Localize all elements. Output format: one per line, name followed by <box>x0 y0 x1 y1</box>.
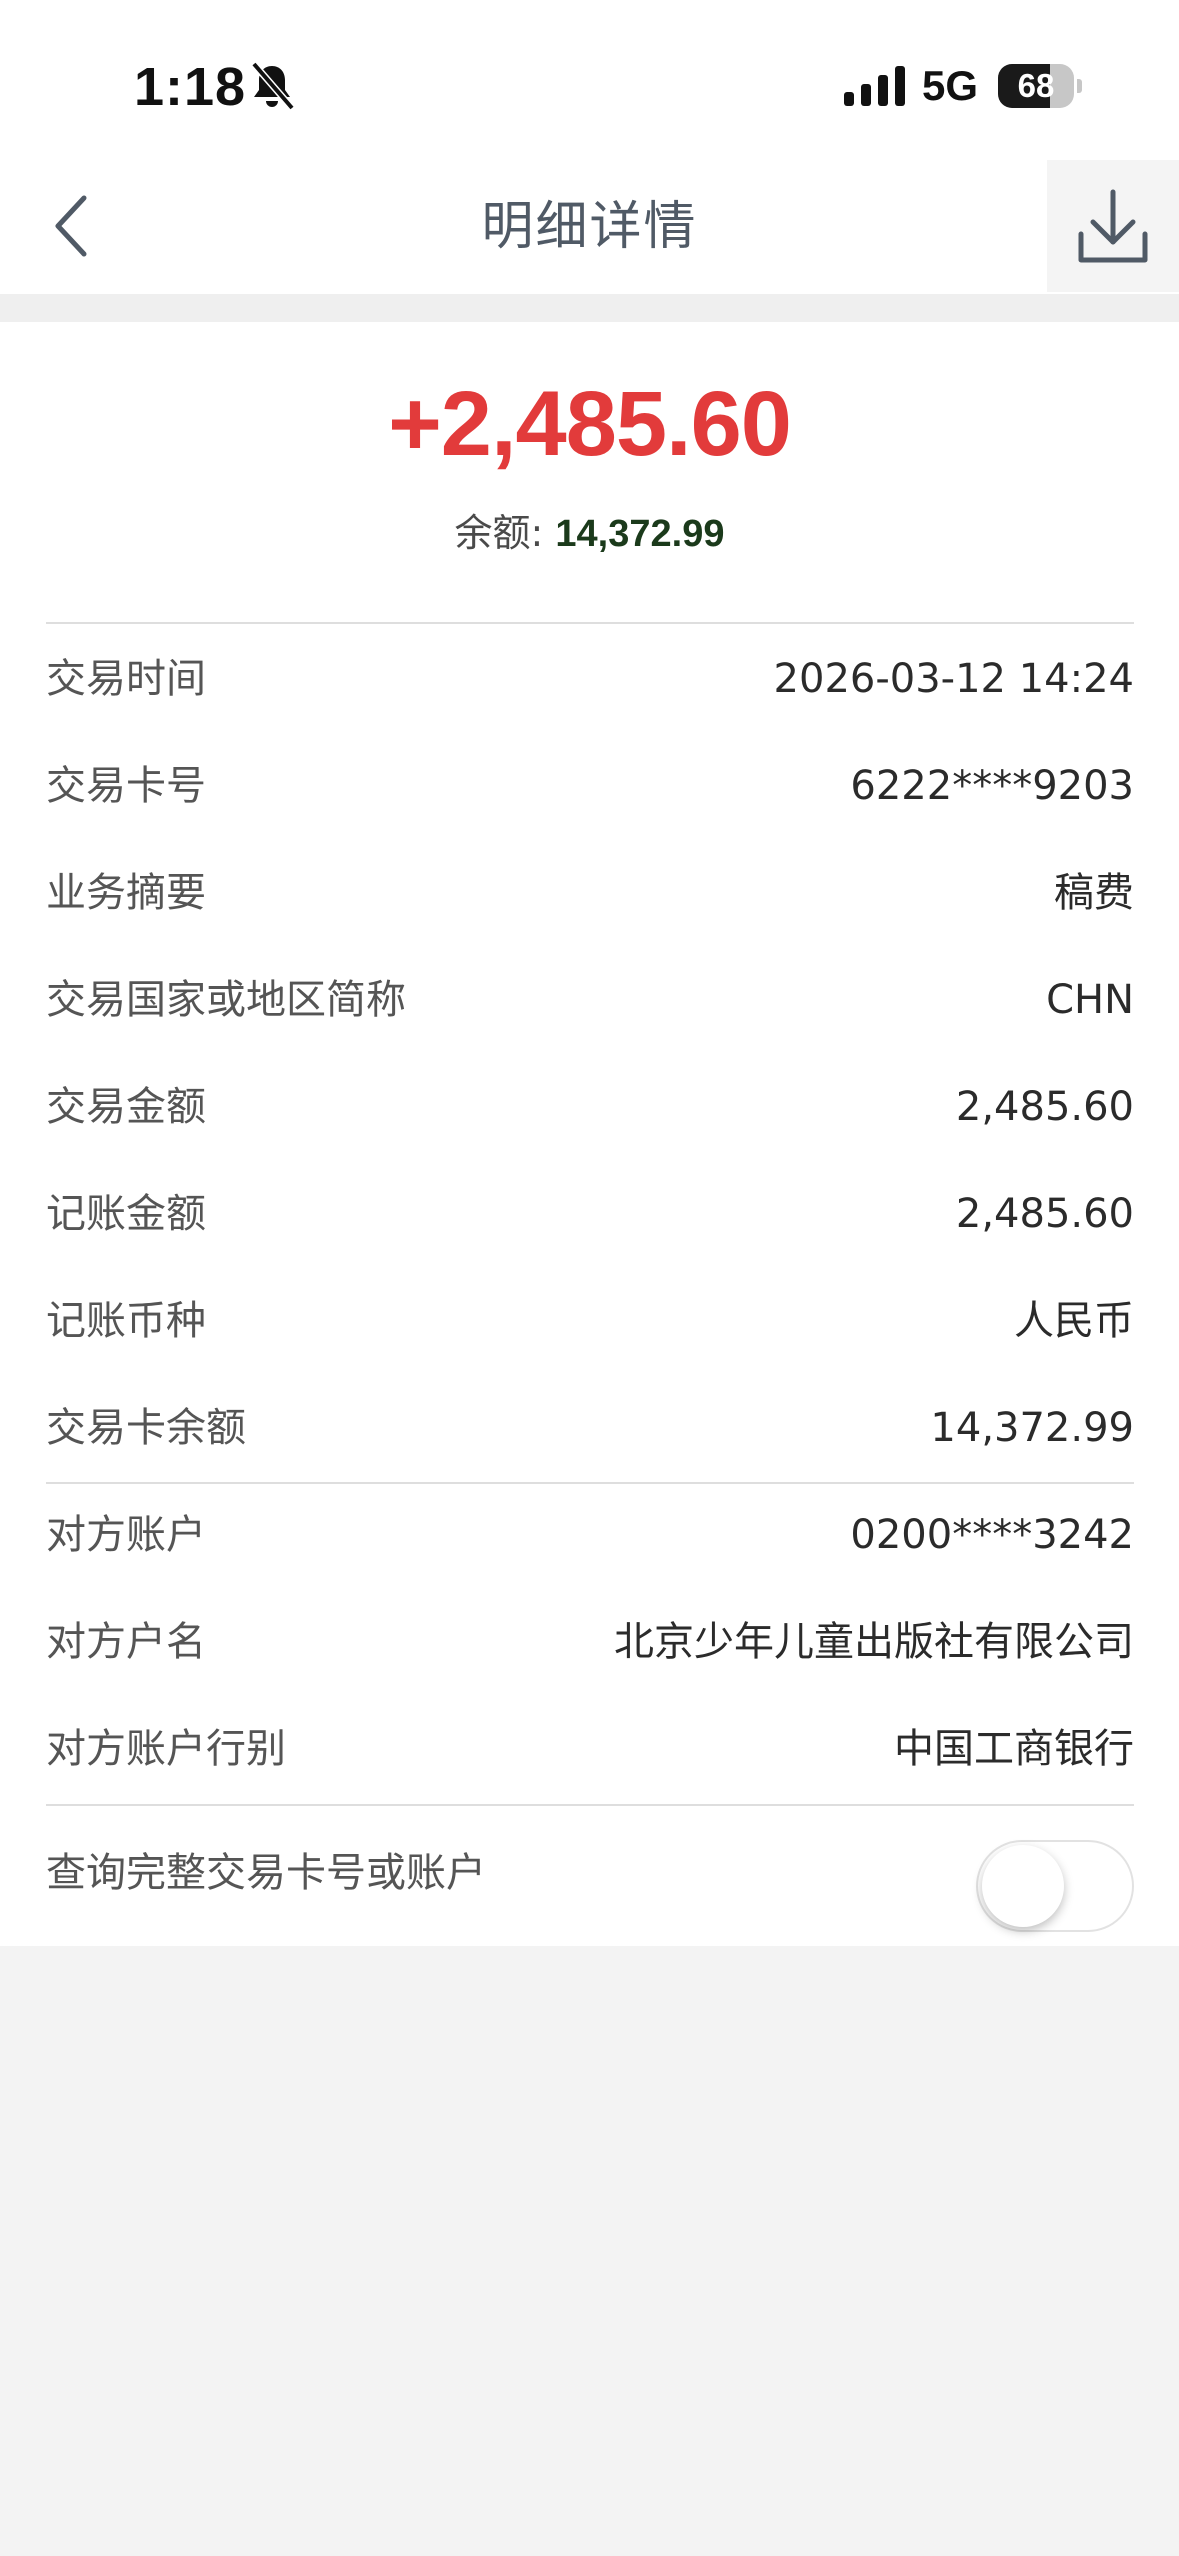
row-value: 中国工商银行 <box>894 1726 1134 1772</box>
battery-icon: 68 <box>998 64 1082 108</box>
status-time: 1:18 <box>134 57 247 117</box>
balance-value: 14,372.99 <box>555 513 725 555</box>
detail-row-country: 交易国家或地区简称 CHN <box>46 947 1134 1053</box>
detail-row-transaction-amount: 交易金额 2,485.60 <box>46 1054 1134 1160</box>
row-label: 对方户名 <box>46 1619 206 1665</box>
detail-row-card-number: 交易卡号 6222****9203 <box>46 733 1134 839</box>
row-label: 对方账户行别 <box>46 1726 286 1772</box>
row-value: 稿费 <box>1054 870 1134 916</box>
transaction-detail-card: +2,485.60 余额: 14,372.99 交易时间 2026-03-12 … <box>0 322 1179 1946</box>
row-value: 人民币 <box>1014 1298 1134 1344</box>
download-icon <box>1078 189 1148 263</box>
row-value: 0200****3242 <box>850 1512 1134 1558</box>
row-label: 记账币种 <box>46 1298 206 1344</box>
divider <box>46 622 1134 624</box>
row-value: 2026-03-12 14:24 <box>773 656 1134 702</box>
nav-bar: 明细详情 <box>0 160 1179 296</box>
divider <box>46 1804 1134 1806</box>
detail-row-counterparty-bank: 对方账户行别 中国工商银行 <box>46 1696 1134 1802</box>
detail-row-currency: 记账币种 人民币 <box>46 1268 1134 1374</box>
detail-row-posted-amount: 记账金额 2,485.60 <box>46 1161 1134 1267</box>
row-label: 交易卡余额 <box>46 1405 246 1451</box>
row-value: 14,372.99 <box>930 1405 1134 1451</box>
balance-line: 余额: 14,372.99 <box>0 502 1179 557</box>
detail-row-summary: 业务摘要 稿费 <box>46 840 1134 946</box>
detail-row-transaction-time: 交易时间 2026-03-12 14:24 <box>46 626 1134 732</box>
row-value: 6222****9203 <box>850 763 1134 809</box>
balance-label: 余额: <box>454 511 556 555</box>
bell-muted-icon <box>251 61 295 111</box>
row-label: 交易时间 <box>46 656 206 702</box>
row-label: 交易卡号 <box>46 763 206 809</box>
row-label: 对方账户 <box>46 1512 206 1558</box>
row-value: CHN <box>1046 977 1134 1023</box>
toggle-knob <box>982 1845 1064 1927</box>
toggle-row-full-number: 查询完整交易卡号或账户 <box>46 1820 1134 1932</box>
row-label: 业务摘要 <box>46 870 206 916</box>
status-bar: 1:18 5G 68 <box>0 0 1179 160</box>
section-gap <box>0 294 1179 322</box>
row-label: 交易金额 <box>46 1084 206 1130</box>
download-button[interactable] <box>1047 160 1179 292</box>
page-title: 明细详情 <box>481 197 698 257</box>
row-label: 交易国家或地区简称 <box>46 977 406 1023</box>
detail-row-counterparty-account: 对方账户 0200****3242 <box>46 1482 1134 1588</box>
detail-row-counterparty-name: 对方户名 北京少年儿童出版社有限公司 <box>46 1589 1134 1695</box>
toggle-label: 查询完整交易卡号或账户 <box>46 1850 486 1896</box>
row-value: 2,485.60 <box>955 1191 1134 1237</box>
row-value: 2,485.60 <box>955 1084 1134 1130</box>
transaction-amount: +2,485.60 <box>388 373 792 475</box>
detail-row-card-balance: 交易卡余额 14,372.99 <box>46 1375 1134 1481</box>
network-type: 5G <box>922 62 979 109</box>
row-label: 记账金额 <box>46 1191 206 1237</box>
cellular-signal-icon <box>844 66 905 106</box>
row-value: 北京少年儿童出版社有限公司 <box>614 1619 1134 1665</box>
show-full-number-toggle[interactable] <box>976 1840 1134 1932</box>
battery-percent: 68 <box>1017 67 1055 104</box>
